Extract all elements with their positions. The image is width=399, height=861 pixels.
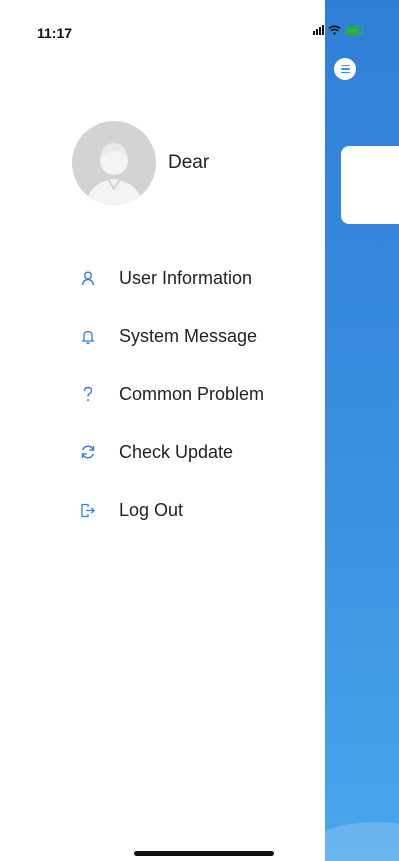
main-screen-backdrop[interactable] [325,0,399,861]
status-time: 11:17 [37,25,73,41]
side-drawer: 11:17 Dear User Information System Messa… [0,0,363,861]
menu-item-check-update[interactable]: Check Update [0,432,325,472]
menu-item-label: User Information [119,267,253,288]
default-user-icon [86,143,142,205]
menu-item-common-problem[interactable]: Common Problem [0,374,325,414]
menu-item-user-information[interactable]: User Information [0,258,325,298]
user-icon [79,269,97,287]
username: Dear [168,152,210,173]
menu-item-label: Common Problem [119,383,265,404]
logout-icon [79,501,97,519]
refresh-icon [79,443,97,461]
menu-item-log-out[interactable]: Log Out [0,490,325,530]
wifi-icon [328,25,341,35]
menu-icon[interactable] [334,58,356,80]
content-card[interactable] [341,146,399,224]
battery-icon [345,25,363,35]
menu-item-system-message[interactable]: System Message [0,316,325,356]
wave-decoration [325,822,399,861]
status-icons [313,25,363,35]
question-icon [79,385,97,403]
menu-item-label: Log Out [119,499,184,520]
menu-item-label: Check Update [119,441,234,462]
avatar[interactable] [72,121,156,205]
home-indicator[interactable] [134,851,274,856]
bell-icon [79,327,97,345]
signal-icon [313,25,324,35]
menu-item-label: System Message [119,325,258,346]
